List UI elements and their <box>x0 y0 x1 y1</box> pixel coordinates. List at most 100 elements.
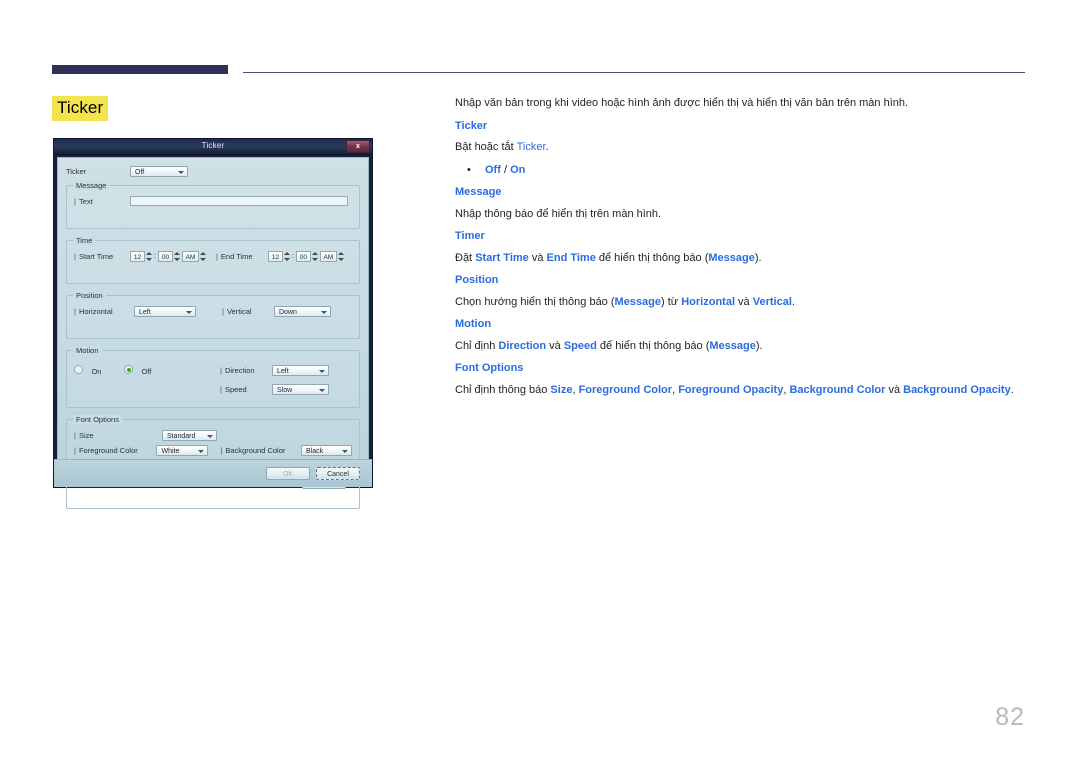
motion-body-and: và <box>546 339 564 352</box>
chevron-down-icon <box>186 311 192 314</box>
vertical-select[interactable]: Down <box>274 306 331 317</box>
intro-paragraph: Nhập văn bản trong khi video hoặc hình ả… <box>455 97 909 109</box>
foreground-color-select[interactable]: White <box>156 445 209 456</box>
time-group-legend: Time <box>73 236 96 245</box>
start-meridiem-field[interactable]: AM <box>181 251 199 262</box>
end-hour-stepper[interactable] <box>283 251 290 262</box>
font-body-fg-opacity: Foreground Opacity <box>678 383 784 396</box>
message-heading: Message <box>455 186 502 198</box>
start-minute-field[interactable]: 00 <box>157 251 173 262</box>
position-body-and: và <box>735 295 753 308</box>
font-color-row: Foreground Color White Background Color … <box>74 445 352 456</box>
size-select[interactable]: Standard <box>162 430 217 441</box>
foreground-color-select-value: White <box>161 448 180 455</box>
dialog-title: Ticker <box>201 141 225 150</box>
motion-group: Motion On Off Direction Left Speed <box>66 346 360 408</box>
ticker-bullet-separator: / <box>500 163 511 176</box>
foreground-color-label: Foreground Color <box>74 446 156 455</box>
start-hour-field[interactable]: 12 <box>130 251 145 262</box>
dialog-titlebar: Ticker x <box>54 139 372 155</box>
time-row: Start Time 12 : 00 AM End Time 12 : 00 A… <box>74 251 352 262</box>
end-time-colon: : <box>291 253 294 260</box>
direction-select-value: Left <box>277 367 289 375</box>
chevron-down-icon <box>178 171 184 174</box>
font-options-heading: Font Options <box>455 362 524 374</box>
timer-body: Đặt Start Time và End Time để hiển thị t… <box>455 251 1020 267</box>
chevron-down-icon <box>319 389 325 392</box>
ticker-bullet-on: On <box>510 163 526 176</box>
start-hour-stepper[interactable] <box>146 251 152 262</box>
start-minute-stepper[interactable] <box>173 251 180 262</box>
ticker-bullet: Off / On <box>467 163 1020 179</box>
ticker-dialog: Ticker x Ticker Off Message Text Time St… <box>53 138 373 509</box>
dialog-footer: OK Cancel <box>54 459 372 487</box>
ticker-select[interactable]: Off <box>130 166 188 177</box>
motion-body-direction: Direction <box>498 339 547 352</box>
font-size-row: Size Standard <box>74 430 352 441</box>
size-label: Size <box>74 431 162 440</box>
cancel-button[interactable]: Cancel <box>316 467 360 480</box>
motion-body-speed: Speed <box>563 339 597 352</box>
message-body: Nhập thông báo để hiển thị trên màn hình… <box>455 207 662 220</box>
direction-label: Direction <box>220 366 272 375</box>
timer-body-message: Message <box>708 251 755 264</box>
position-body-message: Message <box>614 295 662 308</box>
background-color-select-value: Black <box>306 448 324 455</box>
position-body-prefix: Chọn hướng hiển thị thông báo ( <box>455 295 615 308</box>
end-minute-field[interactable]: 00 <box>295 251 311 262</box>
dialog-body: Ticker Off Message Text Time Start Time … <box>57 157 369 509</box>
page-number: 82 <box>995 703 1025 731</box>
ticker-body-keyword: Ticker <box>516 141 546 153</box>
end-minute-stepper[interactable] <box>311 251 318 262</box>
text-label: Text <box>74 197 130 206</box>
font-options-group-legend: Font Options <box>73 415 122 424</box>
end-time-label: End Time <box>216 252 268 261</box>
chevron-down-icon <box>319 369 325 373</box>
direction-select[interactable]: Left <box>272 364 329 376</box>
font-body-bg-color: Background Color <box>789 383 886 396</box>
end-meridiem-field[interactable]: AM <box>319 251 337 262</box>
speed-label: Speed <box>220 385 272 394</box>
close-icon[interactable]: x <box>346 140 370 153</box>
timer-body-and: và <box>528 251 547 264</box>
font-body-and: và <box>885 383 904 396</box>
motion-body: Chỉ định Direction và Speed để hiển thị … <box>455 339 1020 355</box>
ok-button[interactable]: OK <box>266 467 310 480</box>
motion-body-mid: để hiển thị thông báo ( <box>596 339 710 352</box>
text-input[interactable] <box>130 196 348 206</box>
horizontal-label: Horizontal <box>74 307 134 316</box>
font-body-size: Size <box>550 383 573 396</box>
ticker-body-prefix: Bật hoặc tắt <box>455 141 517 153</box>
ticker-body: Bật hoặc tắt Ticker. <box>455 140 1020 156</box>
vertical-select-value: Down <box>279 309 297 316</box>
size-select-value: Standard <box>167 433 196 440</box>
chevron-down-icon <box>321 311 327 314</box>
horizontal-select[interactable]: Left <box>134 306 196 317</box>
motion-body-prefix: Chỉ định <box>455 339 499 352</box>
position-group-legend: Position <box>73 291 106 300</box>
end-hour-field[interactable]: 12 <box>267 251 283 262</box>
start-time-colon: : <box>154 253 156 260</box>
font-body-fg-color: Foreground Color <box>578 383 673 396</box>
ticker-bullet-off: Off <box>485 163 501 176</box>
end-meridiem-stepper[interactable] <box>337 251 344 262</box>
motion-body-message: Message <box>709 339 756 352</box>
motion-body-suffix: ). <box>755 339 763 352</box>
position-body: Chọn hướng hiển thị thông báo (Message) … <box>455 295 1020 311</box>
motion-off-label: Off <box>141 367 152 376</box>
time-group: Time Start Time 12 : 00 AM End Time 12 :… <box>66 236 360 284</box>
timer-body-mid: để hiển thị thông báo ( <box>595 251 709 264</box>
motion-off-radio[interactable]: Off <box>124 361 196 379</box>
page-title: Ticker <box>52 96 109 121</box>
font-body-suffix: . <box>1010 383 1014 396</box>
speed-select[interactable]: Slow <box>272 384 329 395</box>
motion-radio-row: On Off Direction Left <box>74 361 352 379</box>
ticker-heading: Ticker <box>455 119 488 132</box>
background-color-select[interactable]: Black <box>301 445 352 456</box>
timer-heading: Timer <box>455 230 485 242</box>
message-text-row: Text <box>74 196 352 206</box>
motion-on-radio[interactable]: On <box>74 361 124 379</box>
start-time-label: Start Time <box>74 252 130 261</box>
start-meridiem-stepper[interactable] <box>199 251 206 262</box>
description-column: Nhập văn bản trong khi video hoặc hình ả… <box>455 96 1020 405</box>
